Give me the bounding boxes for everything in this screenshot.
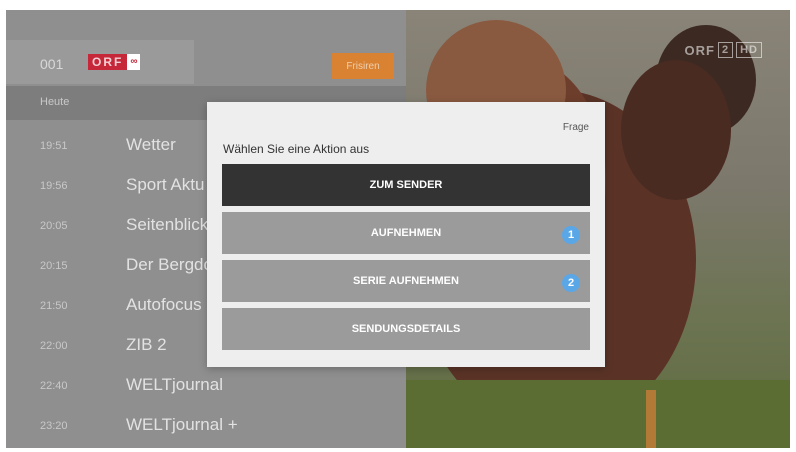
program-title: ZIB 2 bbox=[126, 335, 167, 354]
program-time: 22:00 bbox=[40, 340, 68, 352]
tv-screen: ORF 2 HD 001 ORF ∞ Frisiren Heute 19:51 … bbox=[6, 10, 790, 448]
aufnehmen-button[interactable]: AUFNEHMEN 1 bbox=[222, 212, 590, 254]
program-row[interactable]: 22:40 WELTjournal bbox=[6, 367, 406, 407]
dialog-type-label: Frage bbox=[562, 122, 589, 133]
dialog-prompt: Wählen Sie eine Aktion aus bbox=[223, 142, 370, 156]
watermark-number: 2 bbox=[717, 42, 734, 58]
program-time: 22:40 bbox=[40, 380, 68, 392]
number-2-badge: 2 bbox=[562, 274, 580, 292]
sendungsdetails-button[interactable]: SENDUNGSDETAILS bbox=[222, 308, 590, 350]
action-dialog: Frage Wählen Sie eine Aktion aus ZUM SEN… bbox=[207, 102, 605, 367]
channel-watermark: ORF 2 HD bbox=[685, 42, 762, 58]
watermark-orf: ORF bbox=[684, 42, 715, 58]
program-title: WELTjournal bbox=[126, 375, 223, 394]
program-time: 21:50 bbox=[40, 300, 68, 312]
program-time: 19:51 bbox=[40, 140, 68, 152]
number-1-badge: 1 bbox=[562, 226, 580, 244]
program-title: Der Bergdo bbox=[126, 255, 213, 274]
channel-number: 001 bbox=[40, 56, 64, 72]
program-row[interactable]: 23:20 WELTjournal + bbox=[6, 407, 406, 447]
serie-aufnehmen-label: SERIE AUFNEHMEN bbox=[353, 275, 459, 287]
day-label: Heute bbox=[40, 96, 70, 108]
sendungsdetails-label: SENDUNGSDETAILS bbox=[351, 323, 461, 335]
program-title: Wetter bbox=[126, 135, 176, 154]
program-title: Autofocus bbox=[126, 295, 202, 314]
zum-sender-button[interactable]: ZUM SENDER bbox=[222, 164, 590, 206]
aufnehmen-label: AUFNEHMEN bbox=[370, 227, 442, 239]
orf-logo: ORF ∞ bbox=[88, 54, 141, 70]
program-title: Sport Aktu bbox=[126, 175, 205, 194]
orf-logo-suffix: ∞ bbox=[127, 54, 141, 70]
program-time: 20:05 bbox=[40, 220, 68, 232]
program-title: Seitenblick bbox=[126, 215, 209, 234]
program-title: WELTjournal + bbox=[126, 415, 238, 434]
serie-aufnehmen-button[interactable]: SERIE AUFNEHMEN 2 bbox=[222, 260, 590, 302]
orf-logo-text: ORF bbox=[88, 54, 128, 70]
record-button[interactable]: Frisiren bbox=[332, 53, 394, 79]
program-time: 23:20 bbox=[40, 420, 68, 432]
program-time: 19:56 bbox=[40, 180, 68, 192]
program-time: 20:15 bbox=[40, 260, 68, 272]
zum-sender-label: ZUM SENDER bbox=[369, 179, 443, 191]
watermark-hd: HD bbox=[736, 42, 762, 58]
